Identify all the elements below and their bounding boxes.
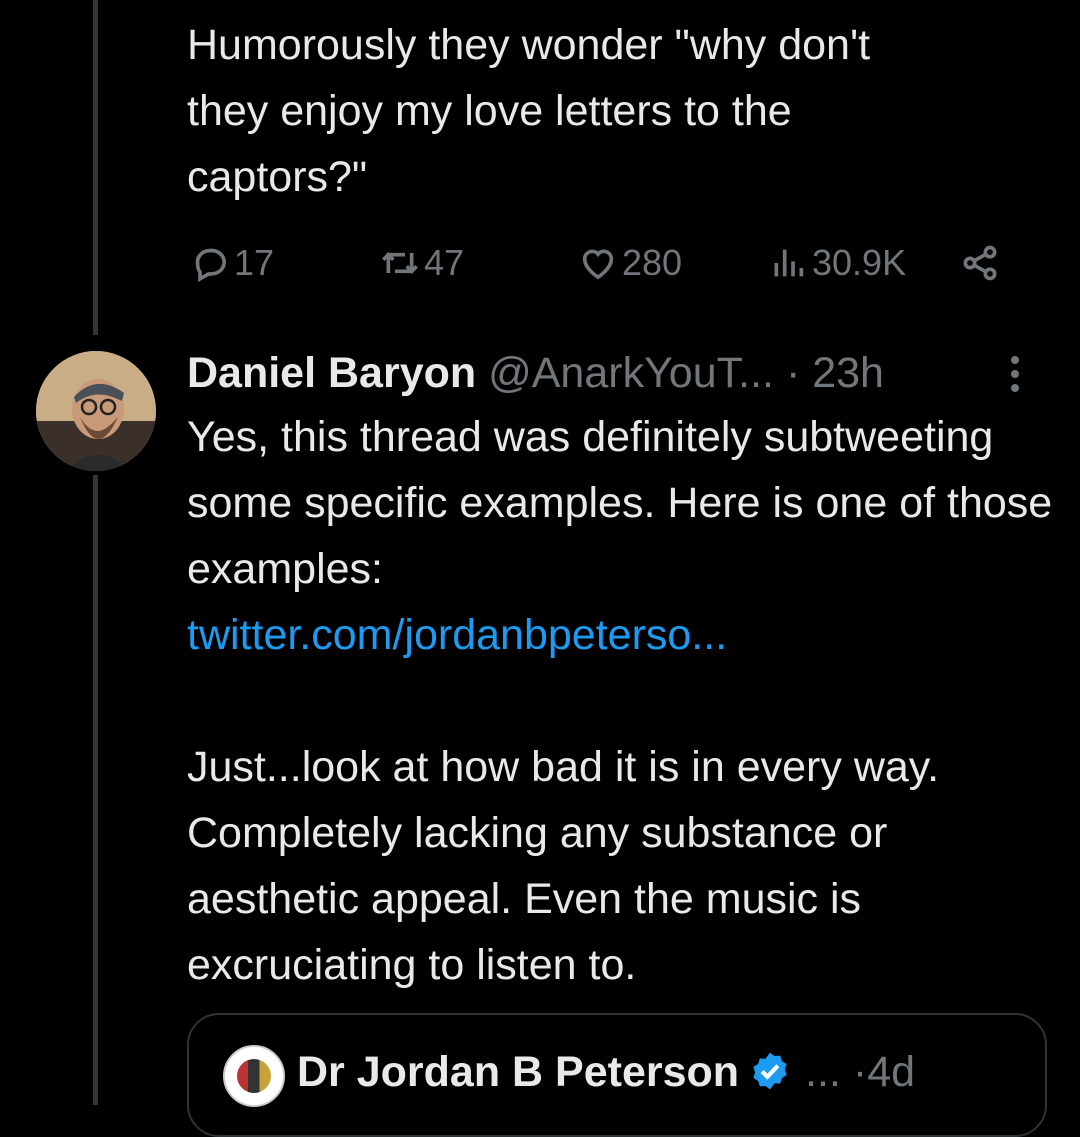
tweet-timestamp[interactable]: 23h [812,349,884,397]
tweet-paragraph: Yes, this thread was definitely subtweet… [187,413,1053,593]
tweet-paragraph: Just...look at how bad it is in every wa… [187,743,940,989]
share-button[interactable] [960,235,1000,291]
more-dots-icon [1011,384,1019,392]
more-dots-icon [1011,370,1019,378]
share-icon [963,245,997,281]
quoted-separator: · [852,1048,868,1096]
views-chart-icon [774,249,804,277]
quoted-timestamp: 4d [867,1048,916,1096]
tweet-link[interactable]: twitter.com/jordanbpeterso... [187,611,727,659]
more-options-button[interactable] [1008,356,1022,396]
like-button[interactable]: 280 [578,235,682,291]
reply-button[interactable]: 17 [190,235,274,291]
quoted-tweet-card[interactable]: Dr Jordan B Peterson... ·4d [187,1013,1047,1137]
handle-ellipsis: ... [805,1048,841,1096]
retweet-count: 47 [424,242,465,283]
tweet-actions-bar: 17 47 280 30.9K [0,235,1080,291]
reply-count: 17 [234,242,275,283]
retweet-icon [382,252,418,274]
avatar[interactable] [36,351,156,471]
author-name[interactable]: Daniel Baryon [187,349,476,397]
reply-tweet-body: Yes, this thread was definitely subtweet… [187,404,1057,998]
previous-tweet-text: Humorously they wonder "why don't they e… [187,21,871,201]
verified-badge-icon [753,1052,787,1090]
heart-icon [582,249,614,280]
views-button[interactable]: 30.9K [768,235,906,291]
quoted-author-avatar [223,1045,285,1107]
more-dots-icon [1011,356,1019,364]
reply-icon [195,248,227,283]
avatar-emblem [237,1059,271,1093]
thread-connector-line [93,475,98,1105]
author-handle[interactable]: @AnarkYouT... [488,349,774,397]
quoted-author-name: Dr Jordan B Peterson [297,1048,740,1096]
like-count: 280 [622,242,683,283]
avatar-portrait-image [36,351,156,471]
reply-tweet-header: Daniel Baryon @AnarkYouT... · 23h [187,340,1047,406]
quoted-tweet-header: Dr Jordan B Peterson... ·4d [297,1039,915,1105]
header-separator: · [785,349,801,397]
views-count: 30.9K [812,242,907,283]
retweet-button[interactable]: 47 [380,235,464,291]
